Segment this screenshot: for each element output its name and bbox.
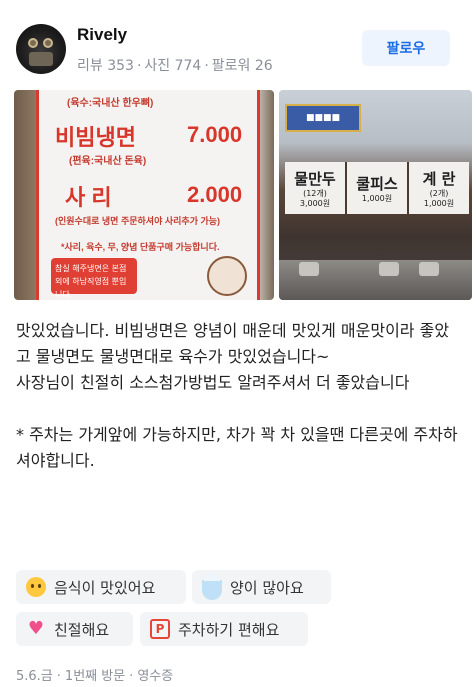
tag-label: 양이 많아요 <box>230 578 304 597</box>
follow-button[interactable]: 팔로우 <box>362 30 450 66</box>
smile-face-icon <box>26 577 46 597</box>
tag-parking: P 주차하기 편해요 <box>140 612 308 646</box>
price-signboard: 물만두 (12개) 3,000원 쿨피스 1,000원 계 란 (2개) 1,0… <box>285 162 469 214</box>
footer-separator: · <box>56 669 61 684</box>
menu-mascot-icon <box>207 256 247 296</box>
menu-item1-note: (편육:국내산 돈육) <box>69 156 147 167</box>
sign-item-price: 1,000원 <box>361 193 393 203</box>
user-stats: 리뷰 353 · 사진 774 · 팔로워 26 <box>77 55 273 75</box>
stats-separator: · <box>204 58 209 74</box>
menu-broth-note: (육수:국내산 한우뼈) <box>67 98 154 109</box>
tag-portion: 양이 많아요 <box>192 570 331 604</box>
menu-extra-note: *사리, 육수, 무, 양념 단품구매 가능합니다. <box>61 242 220 252</box>
tag-label: 친절해요 <box>54 620 110 639</box>
tag-label: 음식이 맛있어요 <box>54 578 156 597</box>
avatar-eye-right <box>43 38 53 48</box>
menu-item1-name: 비빔냉면 <box>55 125 136 150</box>
sign-item: 물만두 (12개) 3,000원 <box>285 162 347 214</box>
visit-count: 1번째 방문 <box>64 669 126 684</box>
username[interactable]: Rively <box>77 25 127 45</box>
sign-item: 쿨피스 1,000원 <box>347 162 409 214</box>
menu-item1-price: 7.000 <box>187 122 243 147</box>
tag-kind: ♥ 친절해요 <box>16 612 133 646</box>
sign-item: 계 란 (2개) 1,000원 <box>409 162 469 214</box>
menu-item2-note: (인원수대로 냉면 주문하셔야 사리추가 가능) <box>55 216 221 226</box>
tag-label: 주차하기 편해요 <box>178 620 280 639</box>
store-photo[interactable]: ■■■■ 물만두 (12개) 3,000원 쿨피스 1,000원 계 란 (2개… <box>279 90 472 300</box>
heart-icon: ♥ <box>27 618 45 639</box>
menu-item2-name: 사 리 <box>65 185 112 210</box>
follower-count: 팔로워 26 <box>211 58 273 74</box>
sign-item-title: 쿨피스 <box>356 174 398 193</box>
photo-count: 사진 774 <box>144 58 202 74</box>
tag-tasty: 음식이 맛있어요 <box>16 570 186 604</box>
sign-item-price: 3,000원 <box>299 198 331 208</box>
receipt-label: 영수증 <box>137 669 174 684</box>
footer-separator: · <box>129 669 134 684</box>
sign-item-sub: (12개) <box>303 188 327 198</box>
menu-photo[interactable]: (육수:국내산 한우뼈) 비빔냉면 7.000 (편육:국내산 돈육) 사 리 … <box>14 90 274 300</box>
stats-separator: · <box>136 58 142 74</box>
review-count: 리뷰 353 <box>77 58 134 74</box>
pot-icon <box>379 262 399 276</box>
avatar-eye-left <box>28 38 38 48</box>
visit-info: 5.6.금 · 1번째 방문 · 영수증 <box>16 665 173 684</box>
menu-card: (육수:국내산 한우뼈) 비빔냉면 7.000 (편육:국내산 돈육) 사 리 … <box>36 90 260 300</box>
store-sign-icon: ■■■■ <box>285 104 361 132</box>
pot-icon <box>419 262 439 276</box>
sign-item-title: 계 란 <box>422 169 456 188</box>
parking-icon: P <box>150 619 170 639</box>
review-photos: (육수:국내산 한우뼈) 비빔냉면 7.000 (편육:국내산 돈육) 사 리 … <box>14 90 472 300</box>
menu-red-notice: 참실 해주냉면은 본점 외에 하남직영점 뿐입니다. <box>51 258 137 299</box>
sign-item-title: 물만두 <box>294 169 336 188</box>
user-avatar[interactable] <box>16 24 66 74</box>
review-body: 맛있었습니다. 비빔냉면은 양념이 매운데 맛있게 매운맛이라 좋았고 물냉면도… <box>16 321 458 470</box>
review-header: Rively 리뷰 353 · 사진 774 · 팔로워 26 팔로우 <box>0 0 476 88</box>
sign-item-price: 1,000원 <box>423 198 455 208</box>
avatar-body <box>29 52 53 66</box>
sign-item-sub: (2개) <box>429 188 449 198</box>
visit-date: 5.6.금 <box>16 669 53 684</box>
rice-bowl-icon <box>202 573 222 600</box>
pot-icon <box>299 262 319 276</box>
menu-item2-price: 2.000 <box>187 182 243 207</box>
